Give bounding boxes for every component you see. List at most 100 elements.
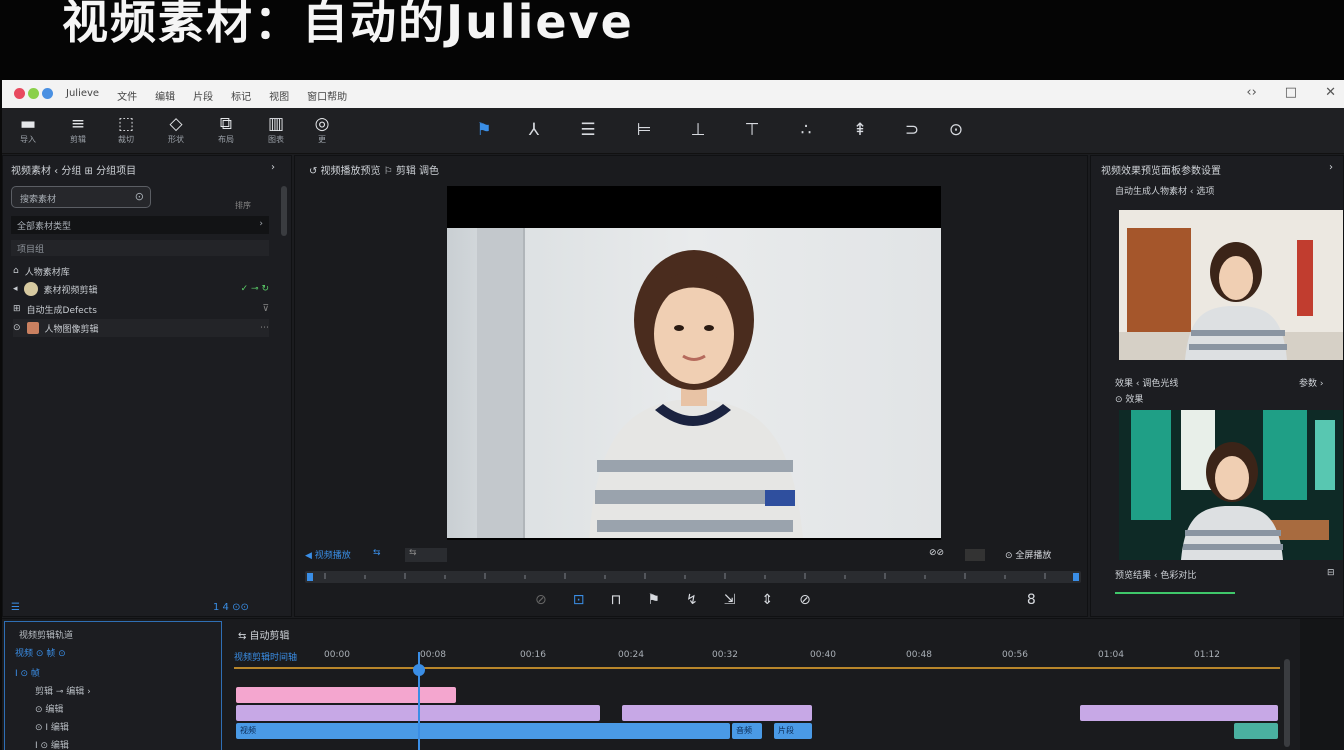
asset-item[interactable]: ⊙ 人物图像剪辑 ⋯ — [13, 319, 269, 337]
result-option-icon[interactable]: ⊟ — [1327, 568, 1335, 578]
timeline-clip-lavender[interactable] — [1080, 705, 1278, 721]
timeline-area[interactable]: ⇆ 自动剪辑 视频剪辑时间轴 00:00 00:08 00:16 00:24 0… — [234, 619, 1294, 750]
track-row[interactable]: 视频 ⊙ 帧 ⊙ — [15, 646, 66, 659]
media-footer-icon[interactable]: ☰ — [11, 602, 20, 613]
media-footer-controls[interactable]: 1 4 ⊙⊙ — [213, 602, 249, 613]
record-icon[interactable]: ⊘ — [535, 592, 547, 608]
list-tool-icon[interactable]: ☰ — [576, 120, 600, 140]
share-icon[interactable]: ⇆ — [373, 548, 381, 558]
main-toolbar: ▬ 导入 ≡ 剪辑 ⬚ 裁切 ◇ 形状 ⧉ 布局 ▥ 图表 ◎ 更 ⚑ ⅄ ☰ ⊨ ⊥ ⊤ ∴… — [2, 108, 1344, 154]
track-row[interactable]: Ⅰ ⊙ 帧 — [15, 666, 40, 679]
menu-app[interactable]: Julieve — [66, 88, 99, 103]
timeline-clip-lavender[interactable] — [622, 705, 812, 721]
ruler-tick: 00:24 — [618, 650, 644, 660]
timeline-clip-blue[interactable]: 视频 — [236, 723, 730, 739]
dots-tool-icon[interactable]: ∴ — [794, 120, 818, 140]
effect-preview-image — [1119, 210, 1343, 360]
menu-file[interactable]: 文件 — [117, 88, 137, 103]
crop-icon: ⬚ — [117, 114, 135, 134]
speed-field[interactable]: ⇆ — [405, 548, 447, 562]
align-tool-icon[interactable]: ⊨ — [632, 120, 656, 140]
track-headers: 视频剪辑轨道 视频 ⊙ 帧 ⊙ Ⅰ ⊙ 帧 剪辑 ⊸ 编辑 › ⊙ 编辑 ⊙ Ⅰ… — [4, 621, 222, 750]
effect-preview-original[interactable] — [1119, 210, 1343, 360]
sort-label[interactable]: 排序 — [235, 200, 251, 211]
timeline-scrollbar[interactable] — [1284, 659, 1290, 747]
video-icon: ◂ — [13, 284, 18, 294]
asset-thumbnail — [26, 322, 39, 334]
maximize-icon[interactable]: □ — [1285, 85, 1297, 100]
fx-icon[interactable]: ⊘ — [799, 592, 811, 608]
ruler-tick: 01:12 — [1194, 650, 1220, 660]
menu-window-help[interactable]: 窗口帮助 — [307, 88, 347, 103]
volume-slider[interactable] — [965, 549, 985, 561]
effect-adjust-label: 效果 ‹ 调色光线 — [1115, 379, 1179, 389]
viewer-scrub-bar[interactable] — [305, 571, 1081, 583]
media-panel-arrow-icon[interactable]: › — [271, 162, 275, 173]
shape-label: 形状 — [168, 135, 184, 144]
loop-icon[interactable]: ⊘⊘ — [929, 548, 944, 558]
text-tool-icon[interactable]: ⅄ — [522, 120, 546, 140]
bottom-tool-icon[interactable]: ⊥ — [686, 120, 710, 140]
asset-more-icon[interactable]: ⋯ — [260, 323, 269, 333]
asset-item[interactable]: ⊞ 自动生成Defects ⊽ — [13, 300, 269, 318]
track-row[interactable]: 剪辑 ⊸ 编辑 › — [35, 684, 91, 697]
viewer-back-button[interactable]: ◀ 视频播放 — [305, 551, 351, 561]
effects-panel-arrow-icon[interactable]: › — [1329, 162, 1333, 173]
link-icon: ⊞ — [13, 304, 21, 314]
search-icon[interactable]: ⊙ — [135, 190, 144, 203]
effect-preview-result[interactable] — [1119, 410, 1343, 560]
video-canvas[interactable] — [447, 186, 941, 540]
shape-button[interactable]: ◇ 形状 — [156, 114, 196, 145]
menu-view[interactable]: 视图 — [269, 88, 289, 103]
media-scrollbar[interactable] — [281, 186, 287, 236]
flag-icon[interactable]: ↯ — [686, 592, 698, 608]
effect-params-label[interactable]: 参数 › — [1299, 376, 1323, 389]
more-button[interactable]: ◎ 更 — [302, 114, 342, 145]
layout-button[interactable]: ⧉ 布局 — [206, 114, 246, 145]
pin-tool-icon[interactable]: ⇞ — [848, 120, 872, 140]
media-search-input[interactable]: 搜索素材 ⊙ — [11, 186, 151, 208]
hook-tool-icon[interactable]: ⊃ — [900, 120, 924, 140]
chart-button[interactable]: ▥ 图表 — [256, 114, 296, 145]
target-tool-icon[interactable]: ⊙ — [944, 120, 968, 140]
timeline-ruler[interactable]: 视频剪辑时间轴 00:00 00:08 00:16 00:24 00:32 00… — [234, 649, 1280, 665]
zoom-icon[interactable]: 8 — [1027, 592, 1036, 608]
track-row[interactable]: ⊙ Ⅰ 编辑 — [35, 720, 69, 733]
import-button[interactable]: ▬ 导入 — [8, 114, 48, 145]
asset-action-icon[interactable]: ⊽ — [262, 304, 269, 314]
result-slider[interactable] — [1115, 592, 1235, 594]
chart-label: 图表 — [268, 135, 284, 144]
resize-icon[interactable]: ‹› — [1246, 85, 1256, 100]
layout-icon: ⧉ — [219, 114, 233, 134]
media-panel: 视频素材 ‹ 分组 ⊞ 分组项目 › 搜索素材 ⊙ 排序 全部素材类型 › 项目… — [2, 155, 292, 617]
ruler-tick: 00:40 — [810, 650, 836, 660]
timeline-clip-pink[interactable] — [236, 687, 456, 703]
video-frame-image — [447, 228, 941, 538]
work-area-bar[interactable] — [234, 667, 1280, 669]
timeline-clip-blue[interactable]: 片段 — [774, 723, 812, 739]
track-row[interactable]: ⊙ 编辑 — [35, 702, 63, 715]
shape-icon: ◇ — [169, 114, 183, 134]
close-icon[interactable]: ✕ — [1325, 85, 1336, 100]
marker-icon[interactable]: ⚑ — [647, 592, 660, 608]
more-label: 更 — [318, 135, 326, 144]
track-row[interactable]: Ⅰ ⊙ 编辑 — [35, 738, 69, 750]
export-icon[interactable]: ⇕ — [761, 592, 773, 608]
fullscreen-button[interactable]: ⊙ 全屏播放 — [1005, 548, 1051, 561]
asset-item[interactable]: ◂ 素材视频剪辑 ✓ ⊸ ↻ — [13, 280, 269, 298]
menu-clip[interactable]: 片段 — [193, 88, 213, 103]
playhead-handle[interactable] — [413, 664, 425, 676]
menu-marker[interactable]: 标记 — [231, 88, 251, 103]
timeline-clip-blue[interactable]: 音频 — [732, 723, 762, 739]
flag-tool-icon[interactable]: ⚑ — [472, 120, 496, 140]
top-tool-icon[interactable]: ⊤ — [740, 120, 764, 140]
type-filter[interactable]: 全部素材类型 › — [11, 216, 269, 234]
crop-button[interactable]: ⬚ 裁切 — [106, 114, 146, 145]
timeline-clip-teal[interactable] — [1234, 723, 1278, 739]
asset-item[interactable]: ⌂ 人物素材库 — [13, 262, 269, 280]
cut-button[interactable]: ≡ 剪辑 — [58, 114, 98, 145]
frame-icon[interactable]: ⊓ — [610, 592, 621, 608]
split-icon[interactable]: ⇲ — [724, 592, 736, 608]
menu-edit[interactable]: 编辑 — [155, 88, 175, 103]
play-loop-icon[interactable]: ⊡ — [573, 592, 585, 608]
